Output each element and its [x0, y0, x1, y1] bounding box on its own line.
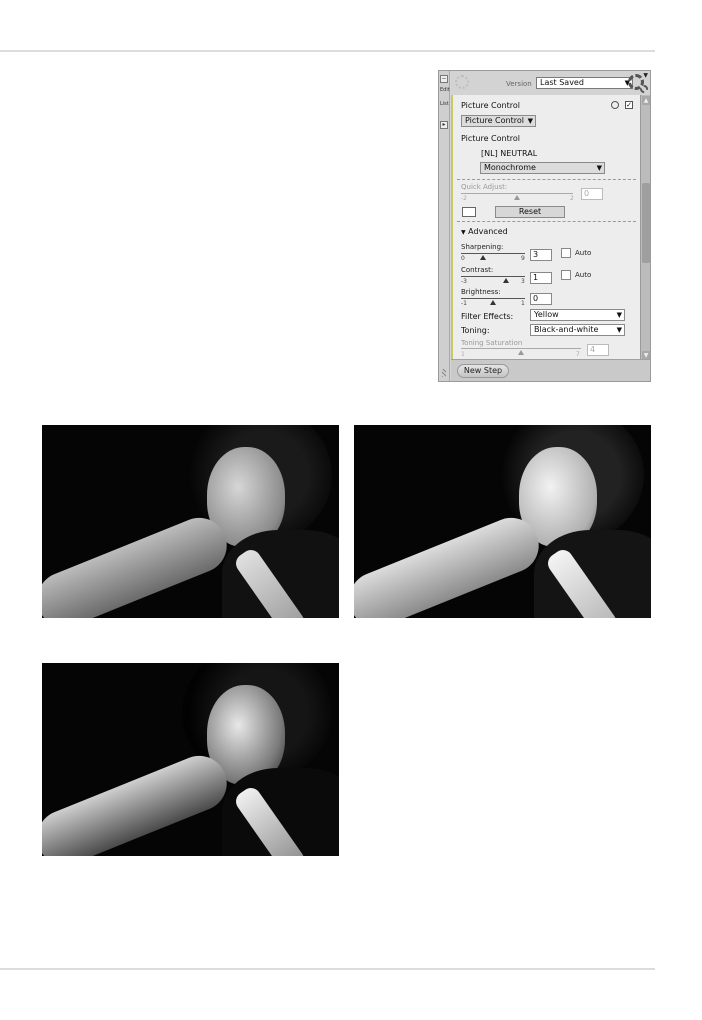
sharpening-thumb[interactable]: [480, 255, 486, 260]
toning-dropdown[interactable]: Black-and-white ▼: [530, 324, 625, 336]
divider: [457, 179, 636, 180]
enable-checkbox[interactable]: ✓: [625, 101, 633, 109]
picture-control-label: Picture Control: [461, 134, 520, 143]
collapse-icon[interactable]: −: [440, 75, 448, 83]
quick-adjust-min: -2: [461, 195, 467, 202]
brightness-input[interactable]: 0: [530, 293, 552, 305]
reset-step-icon[interactable]: [611, 101, 619, 109]
sharpening-slider[interactable]: [461, 253, 525, 254]
chevron-down-icon: ▼: [527, 117, 533, 125]
top-rule: [0, 50, 655, 52]
filter-effects-value: Yellow: [534, 310, 559, 319]
gear-menu-caret-icon[interactable]: ▼: [643, 72, 648, 79]
sharpening-auto-label: Auto: [575, 249, 592, 257]
bottom-rule: [0, 968, 655, 970]
current-setting: [NL] NEUTRAL: [481, 149, 538, 158]
photo-1: [42, 425, 339, 618]
spinner-icon: [455, 75, 469, 89]
quick-adjust-label: Quick Adjust:: [461, 183, 508, 191]
triangle-down-icon: ▼: [461, 229, 466, 236]
dropper-icon[interactable]: [462, 207, 476, 217]
quick-adjust-max: 2: [570, 195, 574, 202]
advanced-toggle[interactable]: ▼ Advanced: [461, 227, 640, 236]
photo-arm: [42, 747, 236, 856]
photo-3: [42, 663, 339, 856]
sharpening-max: 9: [521, 255, 525, 262]
sharpening-label: Sharpening:: [461, 243, 504, 251]
picture-control-dropdown-value: Picture Control: [465, 116, 524, 125]
contrast-min: -3: [461, 278, 467, 285]
panel-body: Picture Control ✓ Picture Control ▼ Pict…: [451, 95, 640, 361]
quick-adjust-slider[interactable]: [461, 193, 573, 194]
contrast-label: Contrast:: [461, 266, 494, 274]
mode-dropdown-value: Monochrome: [484, 163, 536, 172]
sharpening-auto-checkbox[interactable]: [561, 248, 571, 258]
sharpening-input[interactable]: 3: [530, 249, 552, 261]
sharpening-min: 0: [461, 255, 465, 262]
photo-2: [354, 425, 651, 618]
toning-saturation-min: 1: [461, 351, 465, 358]
toning-saturation-slider[interactable]: [461, 348, 581, 349]
brightness-label: Brightness:: [461, 288, 501, 296]
quick-adjust-thumb[interactable]: [514, 195, 520, 200]
contrast-auto-label: Auto: [575, 271, 592, 279]
sidebar-tab-edit[interactable]: Edit: [440, 87, 450, 93]
filter-effects-label: Filter Effects:: [461, 312, 514, 321]
panel-sidebar: − Edit List ▸: [439, 71, 450, 381]
panel-header: Version Last Saved ▼ ▼: [451, 71, 650, 95]
quick-adjust-input[interactable]: 0: [581, 188, 603, 200]
picture-control-panel: − Edit List ▸ Version Last Saved ▼ ▼ Pic…: [438, 70, 651, 382]
chevron-down-icon: ▼: [596, 164, 602, 172]
toning-value: Black-and-white: [534, 325, 599, 334]
filter-effects-dropdown[interactable]: Yellow ▼: [530, 309, 625, 321]
panel-footer: New Step: [451, 359, 650, 381]
contrast-input[interactable]: 1: [530, 272, 552, 284]
brightness-max: 1: [521, 300, 525, 307]
divider: [457, 221, 636, 222]
brightness-min: -1: [461, 300, 467, 307]
photo-arm: [42, 509, 236, 618]
brightness-thumb[interactable]: [490, 300, 496, 305]
contrast-slider[interactable]: [461, 276, 525, 277]
version-value: Last Saved: [540, 78, 584, 87]
vertical-scrollbar[interactable]: ▲ ▼: [640, 95, 650, 361]
photo-arm: [354, 509, 548, 618]
picture-control-dropdown[interactable]: Picture Control ▼: [461, 115, 536, 127]
mode-dropdown[interactable]: Monochrome ▼: [480, 162, 605, 174]
scrollbar-thumb[interactable]: [642, 183, 650, 263]
resize-grip-icon[interactable]: [442, 369, 446, 377]
version-dropdown[interactable]: Last Saved ▼: [536, 77, 633, 89]
advanced-label: Advanced: [468, 227, 508, 236]
new-step-button[interactable]: New Step: [457, 364, 509, 378]
chevron-down-icon: ▼: [616, 311, 622, 319]
toning-saturation-max: 7: [576, 351, 580, 358]
brightness-slider[interactable]: [461, 298, 525, 299]
contrast-max: 3: [521, 278, 525, 285]
toning-saturation-thumb[interactable]: [518, 350, 524, 355]
toning-saturation-input[interactable]: 4: [587, 344, 609, 356]
toning-saturation-label: Toning Saturation: [461, 339, 523, 347]
toning-label: Toning:: [461, 326, 490, 335]
contrast-auto-checkbox[interactable]: [561, 270, 571, 280]
reset-button[interactable]: Reset: [495, 206, 565, 218]
chevron-down-icon: ▼: [616, 326, 622, 334]
contrast-thumb[interactable]: [503, 278, 509, 283]
sidebar-tab-list[interactable]: List: [440, 101, 449, 107]
small-gear-icon: [640, 85, 648, 93]
pin-icon[interactable]: ▸: [440, 121, 448, 129]
version-label: Version: [506, 80, 532, 88]
scroll-up-icon[interactable]: ▲: [642, 96, 650, 105]
